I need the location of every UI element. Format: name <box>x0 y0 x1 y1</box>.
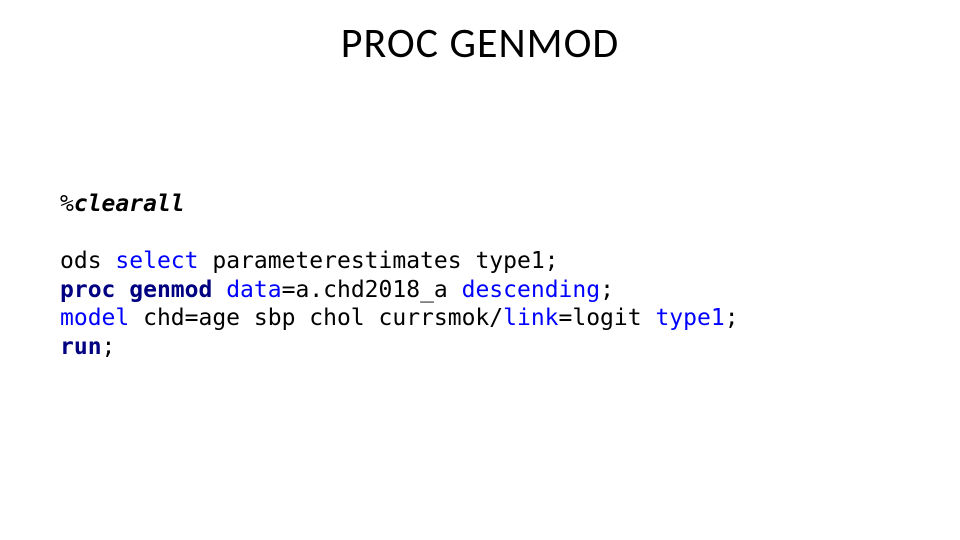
kw-select: select <box>115 248 198 274</box>
l3-mid: chd=age sbp chol currsmok/ <box>129 305 503 331</box>
code-line-2: proc genmod data=a.chd2018_a descending; <box>60 277 614 303</box>
macro-call: %clearall <box>60 190 739 219</box>
l3-semi: ; <box>725 305 739 331</box>
sp <box>212 277 226 303</box>
sp <box>115 277 129 303</box>
kw-ods: ods <box>60 248 102 274</box>
code-line-4: run; <box>60 334 115 360</box>
kw-descending: descending <box>462 277 600 303</box>
macro-name: clearall <box>74 191 185 217</box>
kw-run: run <box>60 334 102 360</box>
slide-title: PROC GENMOD <box>0 18 960 69</box>
kw-model: model <box>60 305 129 331</box>
l2-mid: =a.chd2018_a <box>282 277 462 303</box>
kw-type1: type1 <box>655 305 724 331</box>
sas-code-block: %clearall ods select parameterestimates t… <box>60 190 739 362</box>
kw-link: link <box>503 305 558 331</box>
l2-semi: ; <box>600 277 614 303</box>
kw-data: data <box>226 277 281 303</box>
l4-semi: ; <box>102 334 116 360</box>
kw-proc: proc <box>60 277 115 303</box>
l3-eqlogit: =logit <box>559 305 656 331</box>
code-line-1: ods select parameterestimates type1; <box>60 248 559 274</box>
kw-genmod: genmod <box>129 277 212 303</box>
code-line-3: model chd=age sbp chol currsmok/link=log… <box>60 305 739 331</box>
slide: PROC GENMOD %clearall ods select paramete… <box>0 0 960 540</box>
macro-percent: % <box>60 191 74 217</box>
sp <box>102 248 116 274</box>
l1-rest: parameterestimates type1; <box>199 248 559 274</box>
